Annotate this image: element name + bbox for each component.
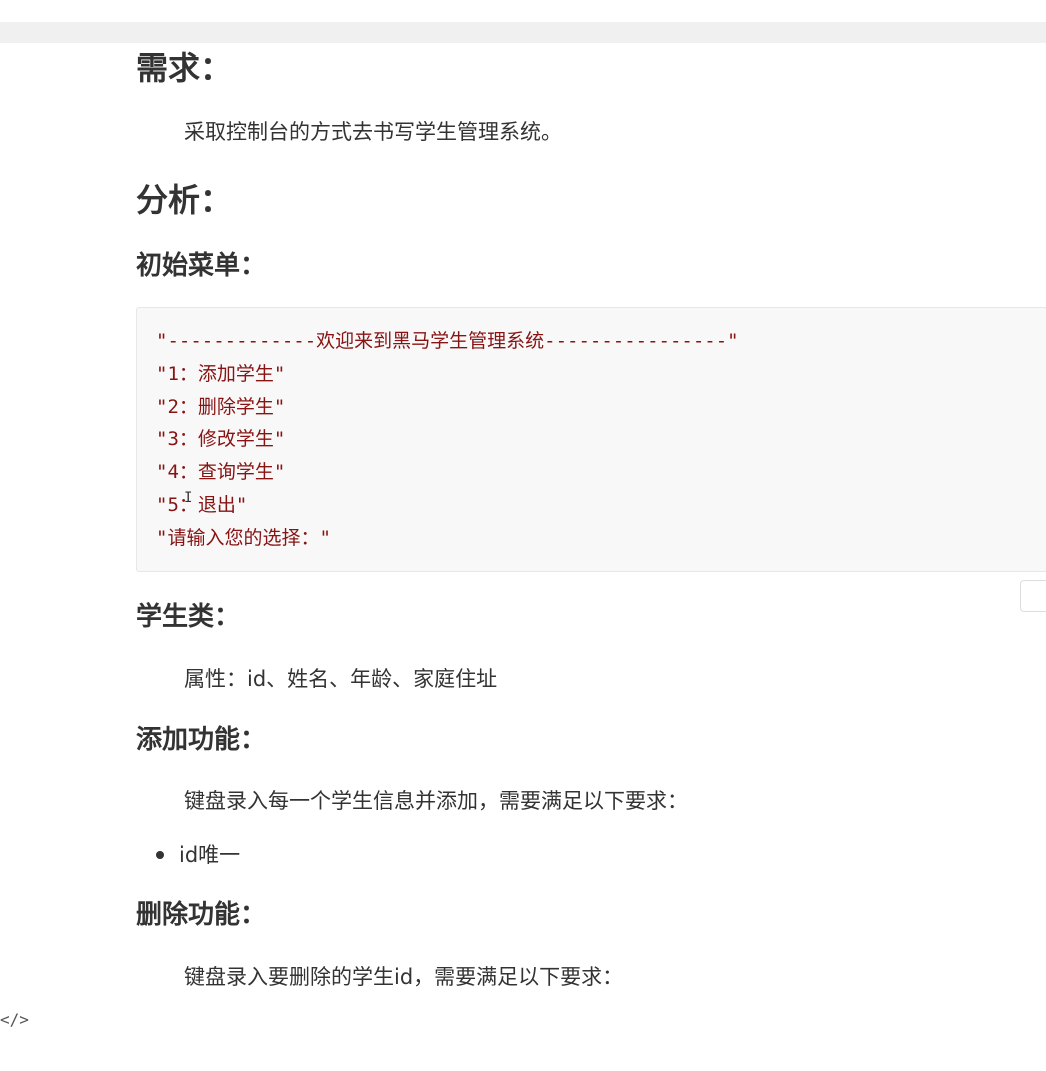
code-line: "请输入您的选择：" bbox=[156, 527, 331, 549]
code-line: "2：删除学生" bbox=[156, 396, 286, 418]
code-copy-button[interactable] bbox=[1020, 580, 1046, 612]
bullet-icon bbox=[156, 851, 164, 859]
heading-delete-function: 删除功能： bbox=[136, 900, 267, 930]
code-line: "5：退出" bbox=[156, 494, 248, 516]
code-line: "1：添加学生" bbox=[156, 363, 286, 385]
code-line: "-------------欢迎来到黑马学生管理系统--------------… bbox=[156, 330, 739, 352]
paragraph-add-function: 键盘录入每一个学生信息并添加，需要满足以下要求： bbox=[184, 789, 688, 813]
source-view-tag[interactable]: </> bbox=[0, 1010, 29, 1030]
heading-analysis: 分析： bbox=[136, 181, 233, 219]
heading-add-function: 添加功能： bbox=[136, 725, 267, 755]
code-line: "4：查询学生" bbox=[156, 461, 286, 483]
paragraph-student-attributes: 属性：id、姓名、年龄、家庭住址 bbox=[184, 667, 498, 691]
code-block-menu[interactable]: "-------------欢迎来到黑马学生管理系统--------------… bbox=[136, 307, 1046, 572]
list-item: id唯一 bbox=[156, 840, 240, 870]
markdown-document: 需求： 采取控制台的方式去书写学生管理系统。 分析： 初始菜单： "------… bbox=[0, 0, 1046, 1071]
add-requirements-list: id唯一 bbox=[156, 840, 240, 870]
heading-student-class: 学生类： bbox=[136, 602, 241, 632]
text-cursor-icon: I bbox=[184, 490, 193, 506]
list-item-text: id唯一 bbox=[179, 843, 241, 867]
paragraph-requirement: 采取控制台的方式去书写学生管理系统。 bbox=[184, 120, 562, 144]
code-line: "3：修改学生" bbox=[156, 428, 286, 450]
heading-initial-menu: 初始菜单： bbox=[136, 251, 267, 281]
paragraph-delete-function: 键盘录入要删除的学生id，需要满足以下要求： bbox=[184, 965, 624, 989]
heading-requirement: 需求： bbox=[136, 49, 233, 87]
